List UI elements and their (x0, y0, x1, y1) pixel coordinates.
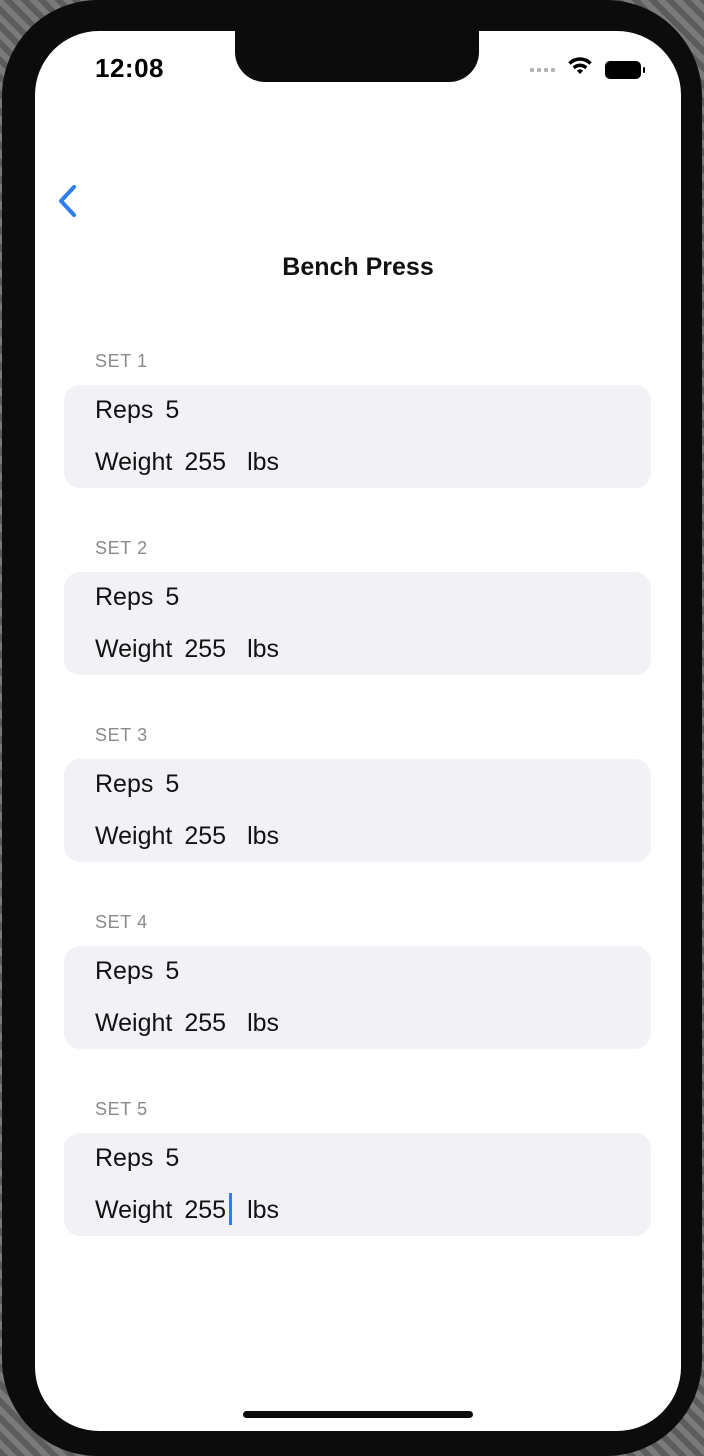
reps-label: Reps (95, 583, 154, 611)
chevron-left-icon (59, 185, 76, 217)
weight-row: Weight 255 lbs (95, 448, 279, 477)
weight-field[interactable]: 255 (184, 1009, 226, 1038)
set-card: Reps 5 Weight 255 lbs (64, 759, 651, 862)
set-header: SET 1 (95, 351, 148, 371)
set-section: SET 1 Reps 5 Weight 255 lbs (64, 351, 651, 488)
set-section: SET 4 Reps 5 Weight 255 lbs (64, 912, 651, 1049)
weight-unit: lbs (247, 1196, 280, 1224)
weight-label: Weight (95, 448, 173, 476)
set-card: Reps 5 Weight 255 lbs (64, 1133, 651, 1236)
home-indicator[interactable] (243, 1411, 473, 1418)
weight-field[interactable]: 255 (184, 822, 226, 851)
wifi-icon (567, 57, 593, 82)
page-title: Bench Press (282, 253, 434, 281)
reps-field[interactable]: 5 (165, 1144, 179, 1173)
weight-unit: lbs (247, 822, 280, 850)
weight-row: Weight 255 lbs (95, 822, 279, 851)
reps-row: Reps 5 (95, 1144, 179, 1173)
weight-unit: lbs (247, 1009, 280, 1037)
reps-row: Reps 5 (95, 957, 179, 986)
set-card: Reps 5 Weight 255 lbs (64, 946, 651, 1049)
reps-row: Reps 5 (95, 583, 179, 612)
reps-row: Reps 5 (95, 396, 179, 425)
weight-row: Weight 255 lbs (95, 635, 279, 664)
weight-label: Weight (95, 635, 173, 663)
set-card: Reps 5 Weight 255 lbs (64, 385, 651, 488)
phone-frame: 12:08 Bench Press SET 1 Reps 5 Weight 25… (2, 0, 702, 1456)
weight-row: Weight 255 lbs (95, 1193, 280, 1225)
reps-label: Reps (95, 957, 154, 985)
reps-label: Reps (95, 770, 154, 798)
reps-label: Reps (95, 1144, 154, 1172)
reps-row: Reps 5 (95, 770, 179, 799)
reps-field[interactable]: 5 (165, 396, 179, 425)
set-header: SET 4 (95, 912, 148, 932)
reps-field[interactable]: 5 (165, 583, 179, 612)
text-caret (229, 1193, 233, 1225)
cellular-signal-icon (530, 67, 555, 72)
set-header: SET 5 (95, 1099, 148, 1119)
set-card: Reps 5 Weight 255 lbs (64, 572, 651, 675)
back-button[interactable] (47, 181, 87, 221)
set-section: SET 2 Reps 5 Weight 255 lbs (64, 538, 651, 675)
weight-label: Weight (95, 1196, 173, 1224)
weight-row: Weight 255 lbs (95, 1009, 279, 1038)
reps-field[interactable]: 5 (165, 770, 179, 799)
battery-icon (605, 60, 645, 79)
weight-field[interactable]: 255 (184, 635, 226, 664)
weight-value: 255 (184, 1196, 227, 1224)
weight-field[interactable]: 255 (184, 448, 226, 477)
reps-label: Reps (95, 396, 154, 424)
weight-label: Weight (95, 1009, 173, 1037)
reps-field[interactable]: 5 (165, 957, 179, 986)
notch (235, 31, 479, 82)
set-section: SET 5 Reps 5 Weight 255 lbs (64, 1099, 651, 1236)
weight-label: Weight (95, 822, 173, 850)
status-time: 12:08 (95, 53, 164, 83)
weight-field-focused[interactable]: 255 (184, 1193, 233, 1225)
set-header: SET 3 (95, 725, 148, 745)
weight-unit: lbs (247, 448, 280, 476)
set-header: SET 2 (95, 538, 148, 558)
status-indicators (530, 57, 645, 82)
set-section: SET 3 Reps 5 Weight 255 lbs (64, 725, 651, 862)
weight-unit: lbs (247, 635, 280, 663)
screen: 12:08 Bench Press SET 1 Reps 5 Weight 25… (35, 31, 681, 1431)
sets-list: SET 1 Reps 5 Weight 255 lbs SET 2 Reps 5… (64, 351, 651, 1286)
